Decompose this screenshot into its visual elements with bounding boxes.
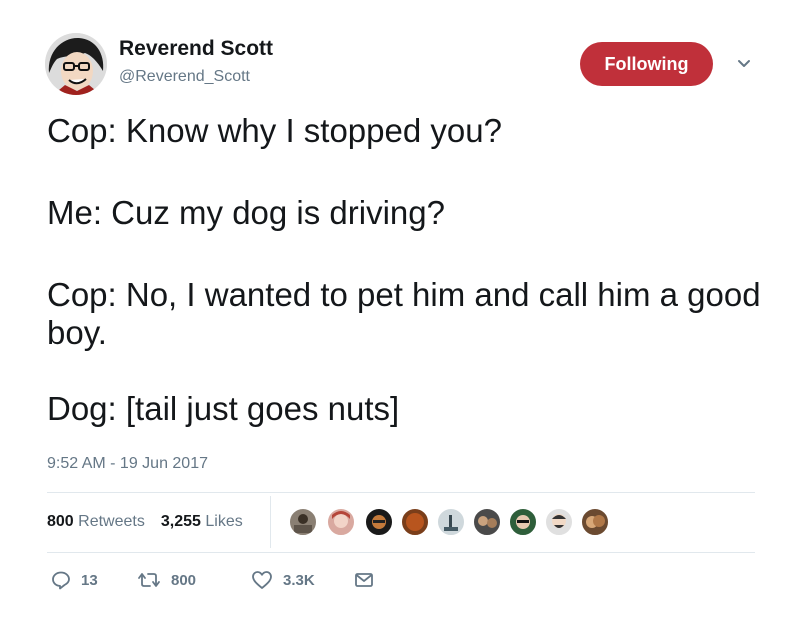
liker-avatar-6[interactable]	[472, 507, 502, 537]
liker-avatar-4[interactable]	[400, 507, 430, 537]
tweet-line: Me: Cuz my dog is driving?	[47, 194, 445, 231]
stats-divider	[270, 496, 271, 548]
tweet-card: Reverend Scott @Reverend_Scott Following…	[0, 0, 800, 618]
divider	[47, 492, 755, 493]
tweet-line: Cop: Know why I stopped you?	[47, 112, 502, 149]
retweets-stat[interactable]: 800 Retweets	[47, 513, 145, 531]
cartoon-face-avatar-icon	[45, 33, 107, 95]
liker-avatar-2[interactable]	[326, 507, 356, 537]
author-avatar[interactable]	[45, 33, 107, 95]
tweet-line: Dog: [tail just goes nuts]	[47, 390, 400, 427]
tweet-stats: 800 Retweets 3,255 Likes	[47, 513, 243, 531]
reply-button[interactable]: 13	[51, 568, 98, 592]
likes-stat[interactable]: 3,255 Likes	[161, 513, 243, 531]
liker-avatar-8[interactable]	[544, 507, 574, 537]
divider	[47, 552, 755, 553]
reply-icon	[52, 571, 70, 590]
tweet-text: Cop: Know why I stopped you? Me: Cuz my …	[47, 112, 767, 428]
tweet-timestamp[interactable]: 9:52 AM - 19 Jun 2017	[47, 455, 208, 473]
liker-avatar-9[interactable]	[580, 507, 610, 537]
liker-avatar-7[interactable]	[508, 507, 538, 537]
heart-icon	[252, 571, 272, 589]
chevron-down-icon[interactable]	[736, 57, 752, 69]
direct-message-button[interactable]	[354, 568, 374, 592]
reply-count: 13	[81, 571, 98, 589]
liker-avatar-5[interactable]	[436, 507, 466, 537]
retweets-count: 800	[47, 513, 74, 530]
retweets-label: Retweets	[78, 513, 145, 530]
tweet-actions: 13 800 3.3K	[47, 568, 407, 592]
liker-avatar-3[interactable]	[364, 507, 394, 537]
author-handle[interactable]: @Reverend_Scott	[119, 68, 250, 86]
retweet-button[interactable]: 800	[137, 568, 196, 592]
liker-avatar-1[interactable]	[288, 507, 318, 537]
like-count: 3.3K	[283, 571, 315, 589]
following-button[interactable]: Following	[580, 42, 713, 86]
likes-label: Likes	[205, 513, 243, 530]
likes-count: 3,255	[160, 513, 201, 530]
retweet-count: 800	[171, 571, 197, 589]
retweet-icon	[138, 573, 160, 587]
like-button[interactable]: 3.3K	[251, 568, 315, 592]
author-display-name[interactable]: Reverend Scott	[119, 37, 273, 61]
envelope-icon	[355, 573, 373, 587]
tweet-line: Cop: No, I wanted to pet him and call hi…	[47, 276, 761, 351]
